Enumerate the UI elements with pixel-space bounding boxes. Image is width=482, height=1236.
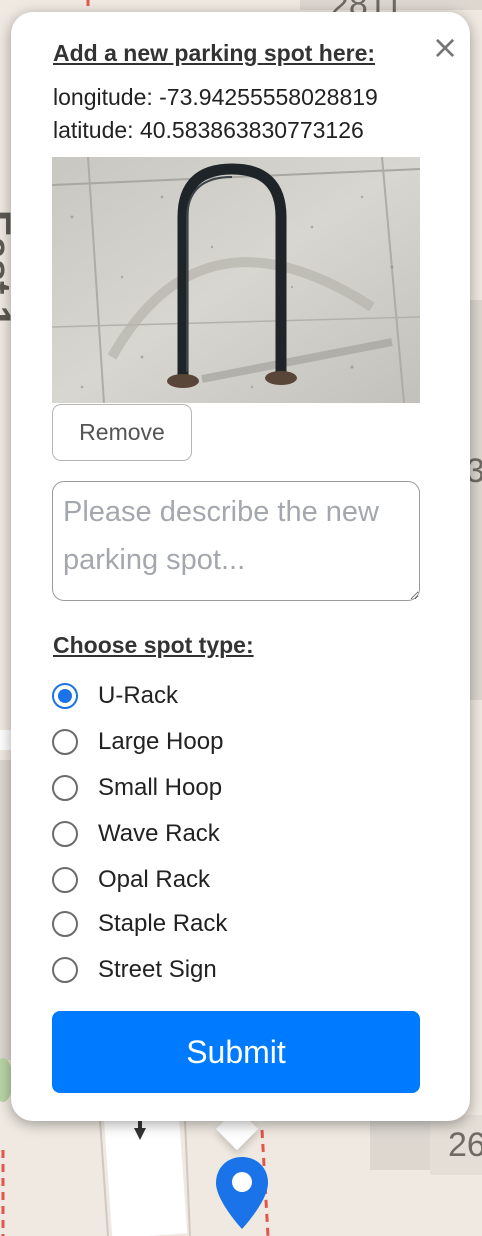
spot-type-option-small-hoop[interactable]: Small Hoop — [52, 773, 352, 803]
spot-type-option-u-rack[interactable]: U-Rack — [52, 681, 352, 711]
spot-type-label: Street Sign — [98, 956, 217, 983]
bike-rack-photo — [52, 157, 420, 403]
spot-type-label: Opal Rack — [98, 866, 211, 893]
radio-button[interactable] — [52, 775, 78, 801]
spot-type-option-wave-rack[interactable]: Wave Rack — [52, 819, 352, 849]
spot-type-label: Large Hoop — [98, 728, 224, 755]
close-button[interactable]: × — [431, 31, 459, 63]
spot-type-title: Choose spot type: — [53, 632, 254, 658]
spot-type-label: Wave Rack — [98, 820, 220, 847]
radio-button[interactable] — [52, 911, 78, 937]
longitude-text: longitude: -73.94255558028819 — [53, 84, 378, 110]
latitude-text: latitude: 40.583863830773126 — [53, 117, 364, 143]
map-pin-icon[interactable] — [214, 1155, 270, 1231]
spot-type-option-street-sign[interactable]: Street Sign — [52, 955, 352, 985]
spot-type-option-staple-rack[interactable]: Staple Rack — [52, 909, 352, 939]
remove-photo-button[interactable]: Remove — [52, 404, 192, 461]
spot-type-label: U-Rack — [98, 682, 179, 709]
popup-title: Add a new parking spot here: — [53, 40, 376, 66]
radio-button-checked[interactable] — [52, 683, 78, 709]
description-input[interactable] — [52, 481, 420, 601]
submit-button[interactable]: Submit — [52, 1011, 420, 1093]
radio-button[interactable] — [52, 957, 78, 983]
radio-button[interactable] — [52, 729, 78, 755]
radio-button[interactable] — [52, 821, 78, 847]
spot-photo — [52, 157, 420, 403]
spot-type-label: Small Hoop — [98, 774, 223, 801]
popup-tip-cover — [205, 1100, 269, 1120]
spot-type-option-large-hoop[interactable]: Large Hoop — [52, 727, 352, 757]
spot-type-label: Staple Rack — [98, 910, 228, 937]
spot-type-option-opal-rack[interactable]: Opal Rack — [52, 865, 352, 895]
map-label-address-2: 26 — [448, 1126, 482, 1164]
radio-button[interactable] — [52, 867, 78, 893]
